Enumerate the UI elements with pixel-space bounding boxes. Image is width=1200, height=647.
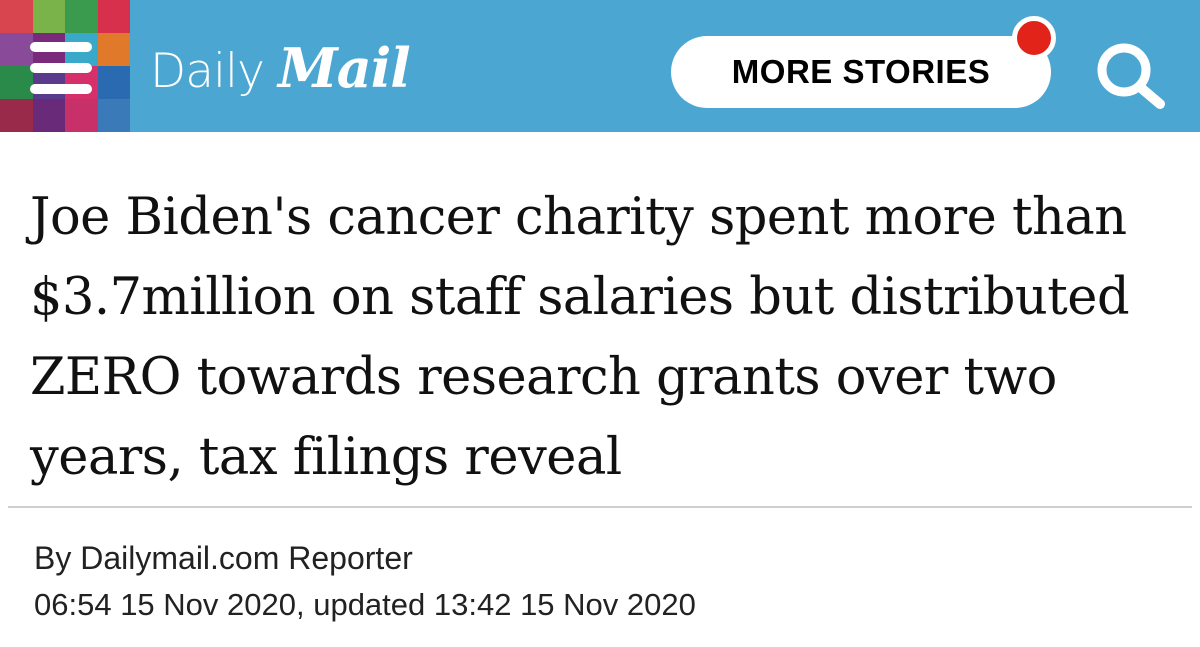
menu-tile-square bbox=[0, 33, 33, 66]
menu-tile-square bbox=[97, 33, 130, 66]
article-timestamp: 06:54 15 Nov 2020, updated 13:42 15 Nov … bbox=[34, 587, 696, 622]
menu-tile-square bbox=[65, 99, 98, 132]
logo-mail-text: Mail bbox=[277, 36, 411, 100]
menu-tile-square bbox=[32, 99, 65, 132]
menu-tile-square bbox=[0, 66, 33, 99]
menu-tile-square bbox=[97, 0, 130, 33]
more-stories-button[interactable]: MORE STORIES bbox=[671, 36, 1051, 108]
daily-mail-logo[interactable]: Daily Mail bbox=[150, 36, 411, 100]
notification-dot bbox=[1012, 16, 1056, 60]
article-headline: Joe Biden's cancer charity spent more th… bbox=[30, 188, 1130, 487]
menu-tile-square bbox=[65, 0, 98, 33]
article-byline[interactable]: By Dailymail.com Reporter bbox=[34, 540, 413, 577]
menu-tile-square bbox=[0, 99, 33, 132]
menu-tile-square bbox=[0, 0, 33, 33]
hamburger-icon bbox=[30, 42, 92, 94]
menu-button[interactable] bbox=[0, 0, 130, 132]
site-header: Daily Mail MORE STORIES bbox=[0, 0, 1200, 132]
menu-tile-square bbox=[32, 0, 65, 33]
menu-tile-square bbox=[97, 66, 130, 99]
menu-tile-square bbox=[97, 99, 130, 132]
search-icon[interactable] bbox=[1090, 38, 1170, 110]
logo-daily-text: Daily bbox=[150, 44, 265, 99]
divider bbox=[8, 506, 1192, 508]
